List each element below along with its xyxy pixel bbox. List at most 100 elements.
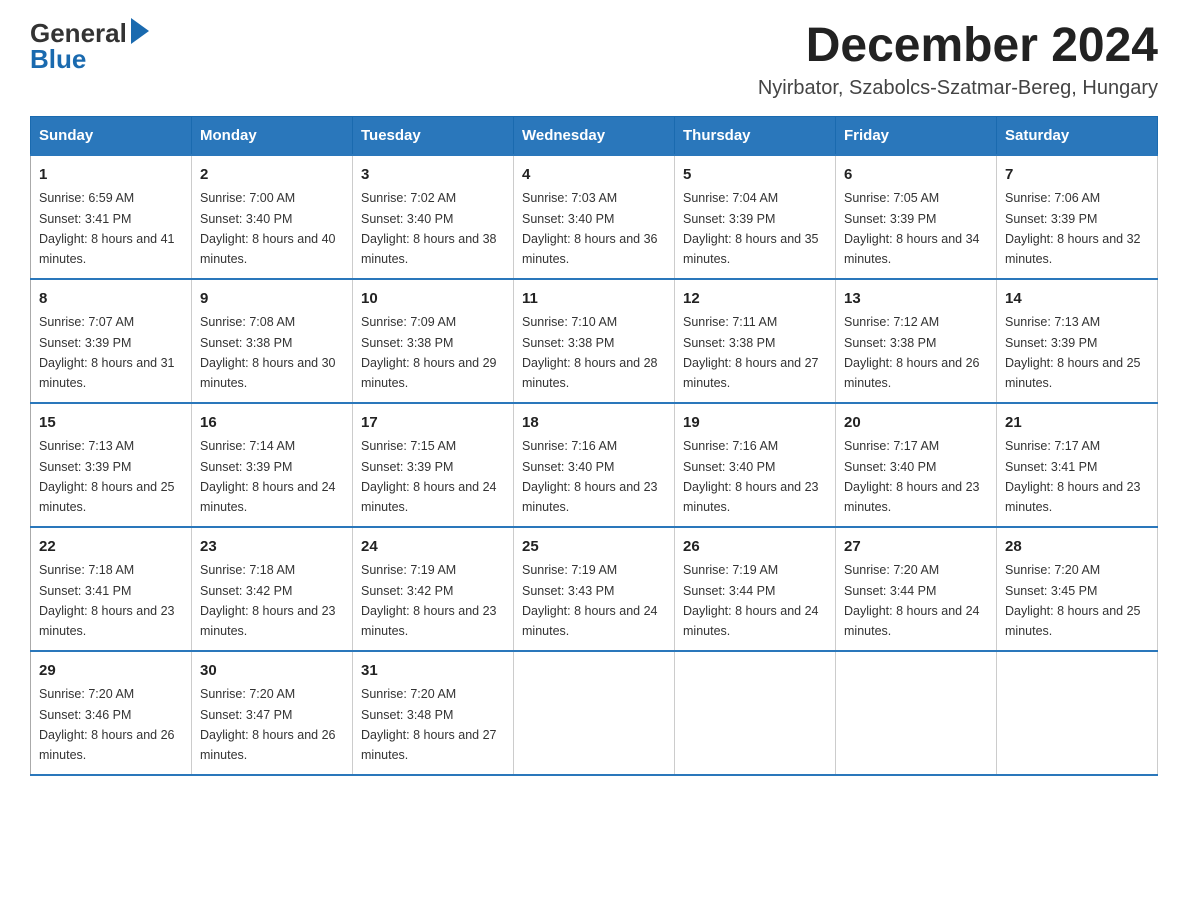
title-block: December 2024 Nyirbator, Szabolcs-Szatma… bbox=[758, 20, 1158, 100]
calendar-cell: 15 Sunrise: 7:13 AMSunset: 3:39 PMDaylig… bbox=[31, 403, 192, 527]
day-number: 2 bbox=[200, 164, 344, 187]
day-info: Sunrise: 7:02 AMSunset: 3:40 PMDaylight:… bbox=[361, 191, 497, 266]
calendar-cell: 27 Sunrise: 7:20 AMSunset: 3:44 PMDaylig… bbox=[836, 527, 997, 651]
calendar-cell: 21 Sunrise: 7:17 AMSunset: 3:41 PMDaylig… bbox=[997, 403, 1158, 527]
day-info: Sunrise: 7:03 AMSunset: 3:40 PMDaylight:… bbox=[522, 191, 658, 266]
day-info: Sunrise: 7:00 AMSunset: 3:40 PMDaylight:… bbox=[200, 191, 336, 266]
calendar-cell: 13 Sunrise: 7:12 AMSunset: 3:38 PMDaylig… bbox=[836, 279, 997, 403]
calendar-cell: 31 Sunrise: 7:20 AMSunset: 3:48 PMDaylig… bbox=[353, 651, 514, 775]
calendar-cell: 2 Sunrise: 7:00 AMSunset: 3:40 PMDayligh… bbox=[192, 155, 353, 279]
day-number: 20 bbox=[844, 412, 988, 435]
calendar-cell: 11 Sunrise: 7:10 AMSunset: 3:38 PMDaylig… bbox=[514, 279, 675, 403]
day-info: Sunrise: 7:20 AMSunset: 3:48 PMDaylight:… bbox=[361, 687, 497, 762]
day-number: 1 bbox=[39, 164, 183, 187]
day-info: Sunrise: 7:19 AMSunset: 3:42 PMDaylight:… bbox=[361, 563, 497, 638]
calendar-cell: 22 Sunrise: 7:18 AMSunset: 3:41 PMDaylig… bbox=[31, 527, 192, 651]
day-info: Sunrise: 7:17 AMSunset: 3:40 PMDaylight:… bbox=[844, 439, 980, 514]
day-info: Sunrise: 7:18 AMSunset: 3:41 PMDaylight:… bbox=[39, 563, 175, 638]
calendar-day-header: Sunday bbox=[31, 116, 192, 155]
page-title: December 2024 bbox=[758, 20, 1158, 73]
calendar-cell: 14 Sunrise: 7:13 AMSunset: 3:39 PMDaylig… bbox=[997, 279, 1158, 403]
day-info: Sunrise: 7:09 AMSunset: 3:38 PMDaylight:… bbox=[361, 315, 497, 390]
day-number: 30 bbox=[200, 660, 344, 683]
logo-general: General bbox=[30, 20, 127, 46]
day-info: Sunrise: 7:20 AMSunset: 3:45 PMDaylight:… bbox=[1005, 563, 1141, 638]
calendar-cell: 6 Sunrise: 7:05 AMSunset: 3:39 PMDayligh… bbox=[836, 155, 997, 279]
day-info: Sunrise: 7:15 AMSunset: 3:39 PMDaylight:… bbox=[361, 439, 497, 514]
calendar-cell: 25 Sunrise: 7:19 AMSunset: 3:43 PMDaylig… bbox=[514, 527, 675, 651]
day-number: 10 bbox=[361, 288, 505, 311]
calendar-cell: 4 Sunrise: 7:03 AMSunset: 3:40 PMDayligh… bbox=[514, 155, 675, 279]
day-number: 19 bbox=[683, 412, 827, 435]
day-info: Sunrise: 7:13 AMSunset: 3:39 PMDaylight:… bbox=[39, 439, 175, 514]
calendar-cell bbox=[514, 651, 675, 775]
day-number: 8 bbox=[39, 288, 183, 311]
calendar-day-header: Tuesday bbox=[353, 116, 514, 155]
calendar-cell: 16 Sunrise: 7:14 AMSunset: 3:39 PMDaylig… bbox=[192, 403, 353, 527]
page-subtitle: Nyirbator, Szabolcs-Szatmar-Bereg, Hunga… bbox=[758, 77, 1158, 100]
calendar-cell: 10 Sunrise: 7:09 AMSunset: 3:38 PMDaylig… bbox=[353, 279, 514, 403]
day-number: 26 bbox=[683, 536, 827, 559]
calendar-cell bbox=[997, 651, 1158, 775]
day-number: 31 bbox=[361, 660, 505, 683]
calendar-week-row: 15 Sunrise: 7:13 AMSunset: 3:39 PMDaylig… bbox=[31, 403, 1158, 527]
day-number: 15 bbox=[39, 412, 183, 435]
day-info: Sunrise: 7:14 AMSunset: 3:39 PMDaylight:… bbox=[200, 439, 336, 514]
calendar-cell: 28 Sunrise: 7:20 AMSunset: 3:45 PMDaylig… bbox=[997, 527, 1158, 651]
calendar-cell bbox=[675, 651, 836, 775]
calendar-cell: 23 Sunrise: 7:18 AMSunset: 3:42 PMDaylig… bbox=[192, 527, 353, 651]
calendar-cell: 24 Sunrise: 7:19 AMSunset: 3:42 PMDaylig… bbox=[353, 527, 514, 651]
logo: General Blue bbox=[30, 20, 149, 73]
day-info: Sunrise: 7:12 AMSunset: 3:38 PMDaylight:… bbox=[844, 315, 980, 390]
page-header: General Blue December 2024 Nyirbator, Sz… bbox=[30, 20, 1158, 100]
calendar-header: SundayMondayTuesdayWednesdayThursdayFrid… bbox=[31, 116, 1158, 155]
calendar-body: 1 Sunrise: 6:59 AMSunset: 3:41 PMDayligh… bbox=[31, 155, 1158, 775]
day-number: 9 bbox=[200, 288, 344, 311]
day-number: 22 bbox=[39, 536, 183, 559]
calendar-cell: 20 Sunrise: 7:17 AMSunset: 3:40 PMDaylig… bbox=[836, 403, 997, 527]
day-number: 29 bbox=[39, 660, 183, 683]
day-number: 23 bbox=[200, 536, 344, 559]
logo-arrow-icon bbox=[131, 18, 149, 44]
day-info: Sunrise: 7:10 AMSunset: 3:38 PMDaylight:… bbox=[522, 315, 658, 390]
day-info: Sunrise: 7:08 AMSunset: 3:38 PMDaylight:… bbox=[200, 315, 336, 390]
day-info: Sunrise: 6:59 AMSunset: 3:41 PMDaylight:… bbox=[39, 191, 175, 266]
day-number: 4 bbox=[522, 164, 666, 187]
day-number: 5 bbox=[683, 164, 827, 187]
logo-blue: Blue bbox=[30, 44, 86, 74]
day-info: Sunrise: 7:20 AMSunset: 3:44 PMDaylight:… bbox=[844, 563, 980, 638]
calendar-week-row: 8 Sunrise: 7:07 AMSunset: 3:39 PMDayligh… bbox=[31, 279, 1158, 403]
calendar-day-header: Wednesday bbox=[514, 116, 675, 155]
day-number: 11 bbox=[522, 288, 666, 311]
day-info: Sunrise: 7:05 AMSunset: 3:39 PMDaylight:… bbox=[844, 191, 980, 266]
day-info: Sunrise: 7:18 AMSunset: 3:42 PMDaylight:… bbox=[200, 563, 336, 638]
day-number: 7 bbox=[1005, 164, 1149, 187]
day-number: 24 bbox=[361, 536, 505, 559]
calendar-day-header: Monday bbox=[192, 116, 353, 155]
calendar-cell: 7 Sunrise: 7:06 AMSunset: 3:39 PMDayligh… bbox=[997, 155, 1158, 279]
day-info: Sunrise: 7:11 AMSunset: 3:38 PMDaylight:… bbox=[683, 315, 819, 390]
calendar-cell: 29 Sunrise: 7:20 AMSunset: 3:46 PMDaylig… bbox=[31, 651, 192, 775]
calendar-cell: 3 Sunrise: 7:02 AMSunset: 3:40 PMDayligh… bbox=[353, 155, 514, 279]
calendar-table: SundayMondayTuesdayWednesdayThursdayFrid… bbox=[30, 116, 1158, 776]
day-info: Sunrise: 7:07 AMSunset: 3:39 PMDaylight:… bbox=[39, 315, 175, 390]
day-number: 27 bbox=[844, 536, 988, 559]
day-number: 6 bbox=[844, 164, 988, 187]
calendar-cell: 5 Sunrise: 7:04 AMSunset: 3:39 PMDayligh… bbox=[675, 155, 836, 279]
calendar-cell: 18 Sunrise: 7:16 AMSunset: 3:40 PMDaylig… bbox=[514, 403, 675, 527]
day-number: 16 bbox=[200, 412, 344, 435]
day-number: 17 bbox=[361, 412, 505, 435]
calendar-cell: 19 Sunrise: 7:16 AMSunset: 3:40 PMDaylig… bbox=[675, 403, 836, 527]
day-number: 28 bbox=[1005, 536, 1149, 559]
calendar-cell: 9 Sunrise: 7:08 AMSunset: 3:38 PMDayligh… bbox=[192, 279, 353, 403]
calendar-cell bbox=[836, 651, 997, 775]
calendar-week-row: 1 Sunrise: 6:59 AMSunset: 3:41 PMDayligh… bbox=[31, 155, 1158, 279]
calendar-cell: 30 Sunrise: 7:20 AMSunset: 3:47 PMDaylig… bbox=[192, 651, 353, 775]
day-info: Sunrise: 7:19 AMSunset: 3:44 PMDaylight:… bbox=[683, 563, 819, 638]
day-info: Sunrise: 7:16 AMSunset: 3:40 PMDaylight:… bbox=[683, 439, 819, 514]
day-number: 13 bbox=[844, 288, 988, 311]
calendar-week-row: 29 Sunrise: 7:20 AMSunset: 3:46 PMDaylig… bbox=[31, 651, 1158, 775]
calendar-day-header: Thursday bbox=[675, 116, 836, 155]
day-info: Sunrise: 7:04 AMSunset: 3:39 PMDaylight:… bbox=[683, 191, 819, 266]
day-info: Sunrise: 7:20 AMSunset: 3:46 PMDaylight:… bbox=[39, 687, 175, 762]
